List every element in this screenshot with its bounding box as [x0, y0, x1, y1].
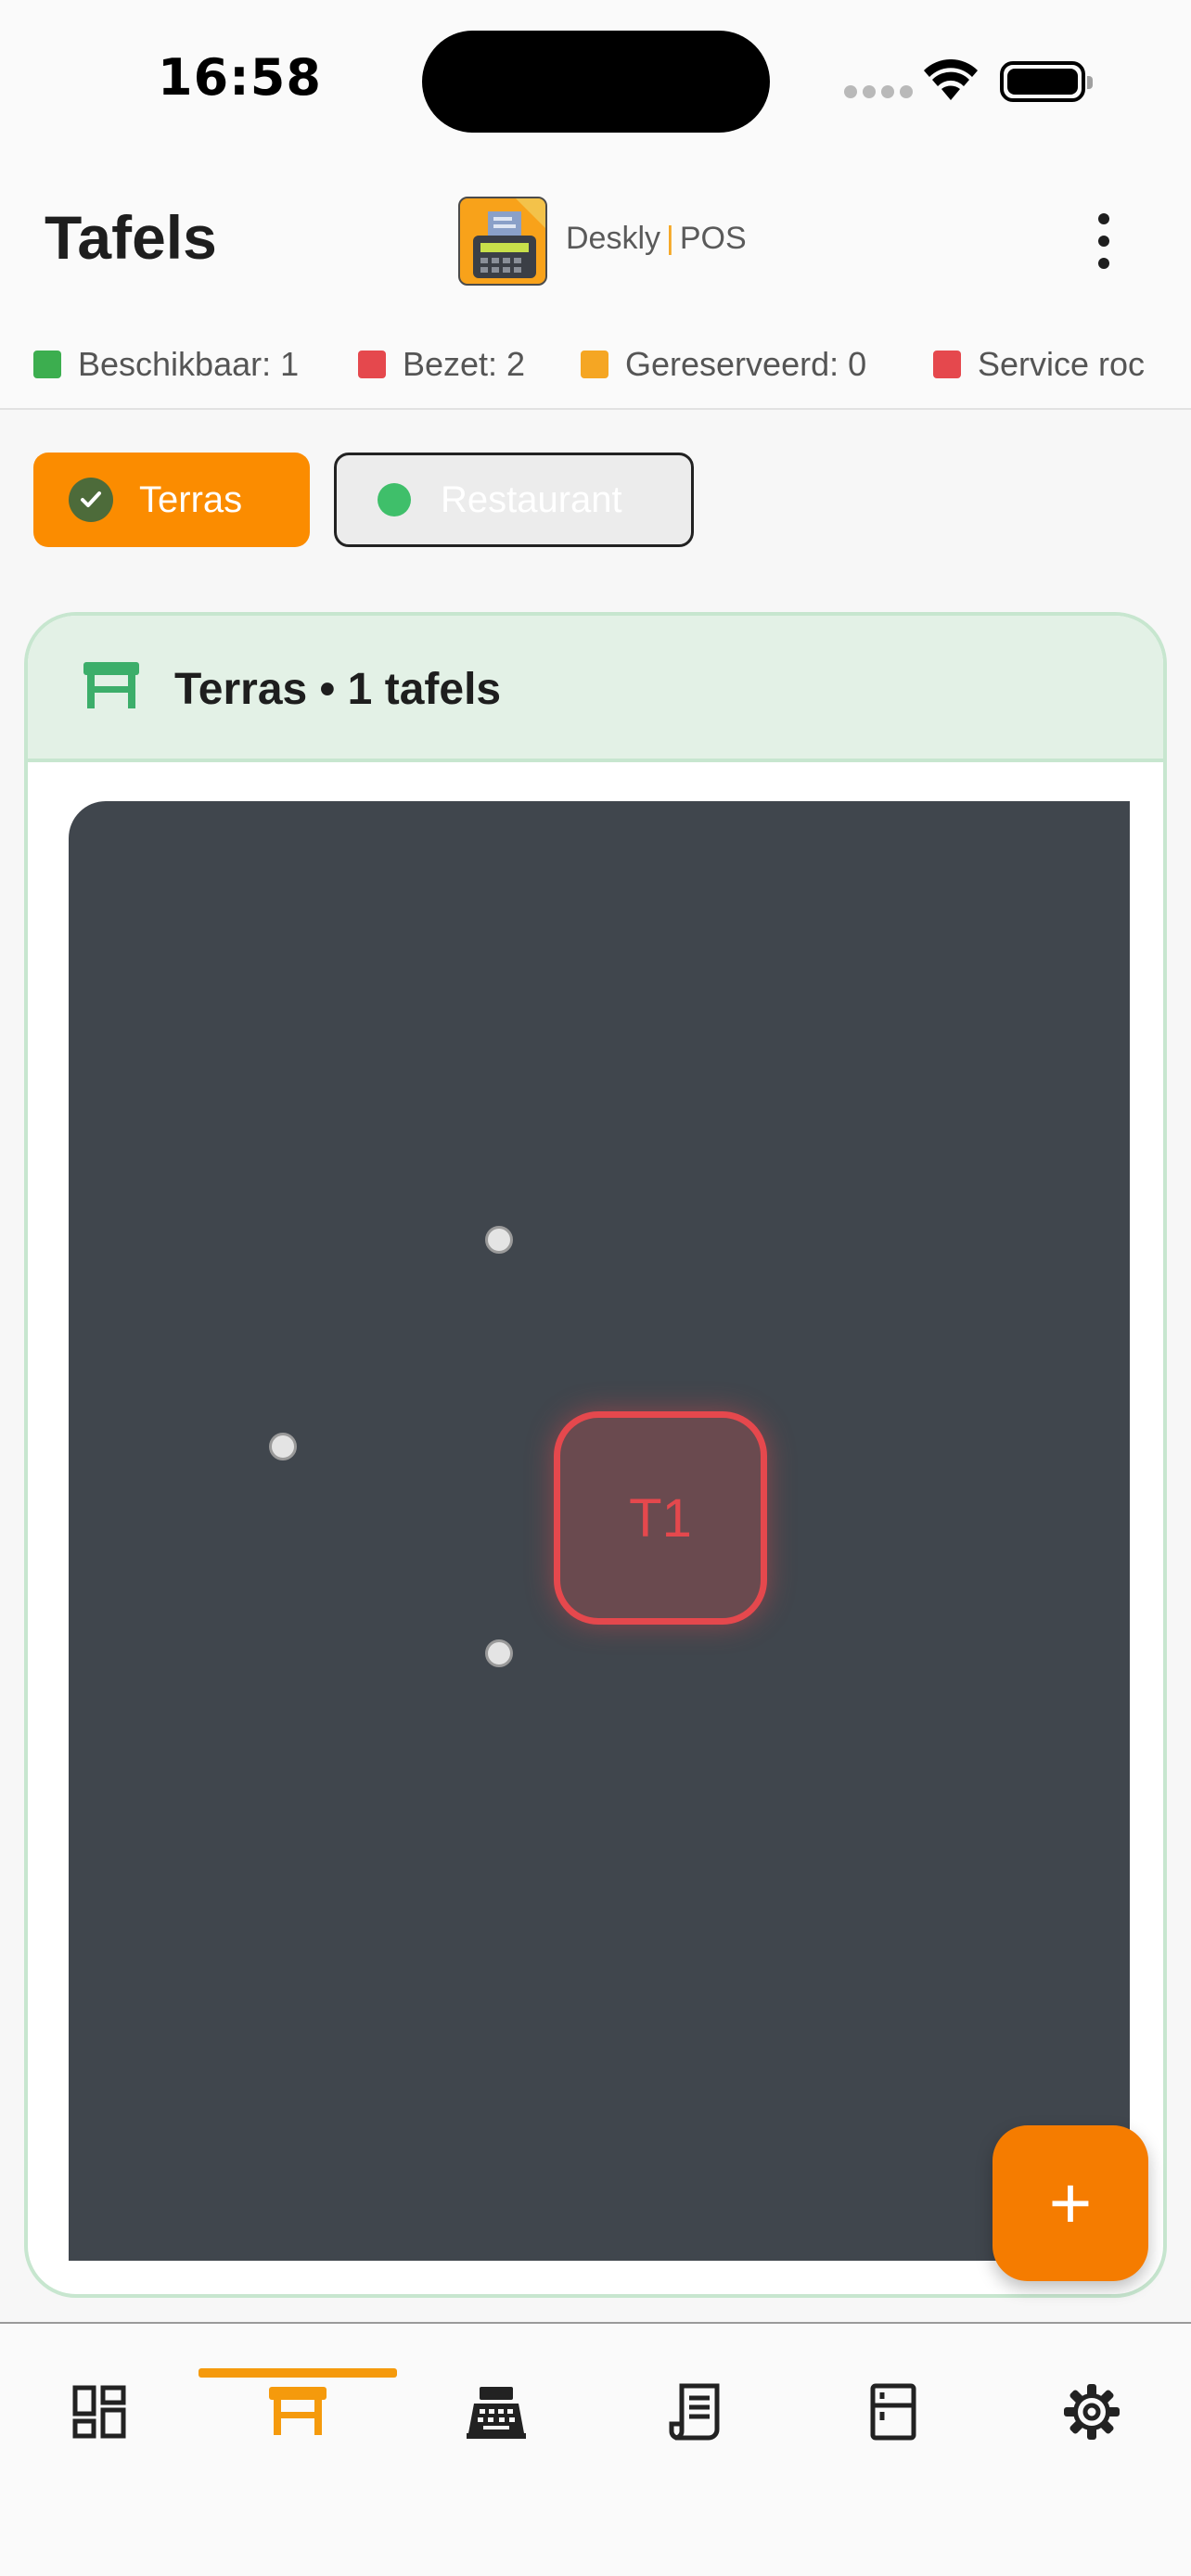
table-label: T1 — [629, 1487, 692, 1549]
area-chip-restaurant[interactable]: Restaurant — [334, 453, 694, 547]
status-bar: 16:58 — [0, 0, 1191, 158]
brand-suffix: POS — [679, 221, 747, 256]
settings-icon — [1064, 2384, 1120, 2440]
app-logo — [458, 197, 547, 286]
nav-tables[interactable] — [198, 2352, 397, 2472]
wifi-icon — [924, 59, 978, 100]
resize-handle-left[interactable] — [269, 1433, 297, 1460]
legend-item-service: Service roc — [933, 345, 1145, 384]
nav-settings[interactable] — [992, 2352, 1191, 2472]
legend-label: Service roc — [978, 345, 1146, 383]
area-panel: Terras • 1 tafels T1 — [24, 612, 1167, 2298]
legend-label: Gereserveerd: 0 — [625, 345, 867, 383]
legend-item-occupied: Bezet: 2 — [358, 345, 525, 384]
fridge-icon — [870, 2383, 916, 2441]
more-vertical-icon[interactable] — [1085, 213, 1122, 269]
status-dot-icon — [378, 483, 411, 516]
nav-dashboard[interactable] — [0, 2352, 198, 2472]
legend-label: Bezet: 2 — [403, 345, 526, 383]
cash-register-logo-icon — [473, 198, 545, 278]
nav-inventory[interactable] — [794, 2352, 992, 2472]
legend-swatch — [933, 351, 961, 378]
check-icon — [69, 478, 113, 522]
area-panel-title: Terras • 1 tafels — [174, 665, 502, 714]
table-icon — [83, 662, 139, 708]
table-icon — [269, 2387, 327, 2435]
brand-primary: Deskly — [566, 221, 661, 256]
cellular-signal-icon — [844, 85, 913, 98]
legend-swatch — [581, 351, 608, 378]
resize-handle-bottom[interactable] — [485, 1639, 513, 1667]
area-panel-header: Terras • 1 tafels — [28, 616, 1163, 762]
nav-register[interactable] — [397, 2352, 596, 2472]
app-header: Tafels Deskly | POS — [0, 158, 1191, 325]
resize-handle-top[interactable] — [485, 1226, 513, 1254]
legend-item-available: Beschikbaar: 1 — [33, 345, 299, 384]
add-table-button[interactable]: + — [992, 2125, 1148, 2281]
plus-icon: + — [1048, 2162, 1093, 2244]
receipt-icon — [669, 2383, 720, 2441]
table-tile-t1[interactable]: T1 — [554, 1411, 767, 1625]
brand-name: Deskly | POS — [566, 221, 747, 257]
bottom-navigation — [0, 2322, 1191, 2576]
dashboard-icon — [72, 2385, 126, 2439]
battery-icon — [1000, 61, 1093, 102]
nav-receipts[interactable] — [596, 2352, 794, 2472]
status-time: 16:58 — [158, 48, 322, 107]
legend-item-reserved: Gereserveerd: 0 — [581, 345, 866, 384]
legend-label: Beschikbaar: 1 — [78, 345, 300, 383]
floor-plan-canvas[interactable]: T1 — [69, 801, 1130, 2261]
cash-register-icon — [467, 2387, 526, 2439]
dynamic-island — [422, 31, 770, 133]
brand-separator: | — [666, 221, 674, 256]
area-chip-terras[interactable]: Terras — [33, 453, 310, 547]
area-chip-label: Terras — [139, 478, 243, 520]
status-legend: Beschikbaar: 1 Bezet: 2 Gereserveerd: 0 … — [0, 325, 1191, 410]
page-title: Tafels — [45, 203, 217, 272]
legend-swatch — [33, 351, 61, 378]
legend-swatch — [358, 351, 386, 378]
area-chip-label: Restaurant — [441, 478, 622, 520]
